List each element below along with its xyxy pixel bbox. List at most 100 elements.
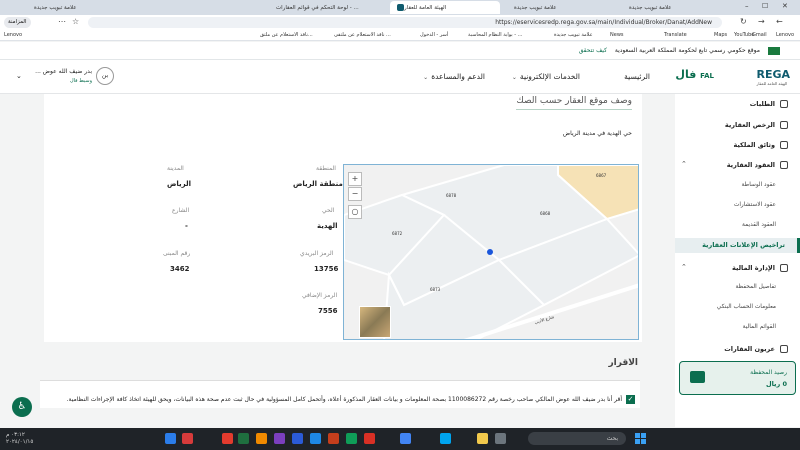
chevron-up-icon[interactable]: ⌃ [681, 160, 687, 168]
nav-support[interactable]: الدعم والمساعدة⌄ [423, 72, 485, 81]
postal-label: الرمز البريدي [300, 250, 334, 257]
satellite-layer-toggle[interactable] [359, 306, 391, 338]
browser-tab[interactable]: لوحة التحكم في قوائم العقارات - ... [272, 1, 382, 14]
bookmark[interactable]: Lenovo [776, 32, 794, 38]
start-icon[interactable] [635, 433, 646, 444]
location-marker-icon [487, 249, 493, 255]
sidebar-subitem[interactable]: عقود الاستشارات [734, 202, 776, 208]
plot-number: 6872 [392, 231, 403, 236]
sidebar-item-contracts[interactable]: العقود العقارية [727, 161, 788, 169]
plot-number: 6867 [596, 173, 607, 178]
sidebar-subitem[interactable]: معلومات الحساب البنكي [717, 304, 776, 310]
street-value: - [185, 222, 188, 230]
reload-icon[interactable]: ↻ [740, 17, 747, 26]
bookmark[interactable]: YouTube [734, 32, 754, 38]
wallet-card[interactable]: رصيد المحفظة 0 ريال [679, 361, 796, 395]
city-value: الرياض [167, 180, 192, 188]
finance-icon [780, 264, 788, 272]
bookmark[interactable]: News [610, 32, 624, 38]
word-icon[interactable] [292, 433, 303, 444]
taskbar-search[interactable]: بحث [528, 432, 626, 445]
settings-icon[interactable]: ⋯ [58, 17, 66, 26]
bookmark[interactable]: Maps [714, 32, 727, 38]
region-label: المنطقة [316, 165, 336, 172]
wallet-icon [690, 371, 705, 383]
taskview-icon[interactable] [495, 433, 506, 444]
zoom-in-button[interactable]: + [348, 172, 362, 186]
folder-icon[interactable] [477, 433, 488, 444]
app-icon[interactable] [182, 433, 193, 444]
minimize-icon[interactable]: – [745, 2, 749, 10]
fal-logo[interactable]: فال FAL [675, 68, 714, 81]
district-label: الحي [322, 207, 335, 214]
accessibility-icon[interactable]: ♿ [12, 397, 32, 417]
taskbar: ٠٣:١٢ م ٢٠٢٤/٠١/١٥ بحث [0, 428, 800, 450]
building-label: رقم المبنى [163, 250, 191, 257]
declaration-box: ✓ أقر أنا بدر ضيف الله عوض المالكي صاحب … [40, 380, 640, 408]
profile-sync-button[interactable]: المزامنة [4, 17, 31, 28]
plot-number: 6878 [446, 193, 457, 198]
taskbar-clock[interactable]: ٠٣:١٢ م ٢٠٢٤/٠١/١٥ [6, 432, 33, 446]
app-icon[interactable] [346, 433, 357, 444]
bookmark[interactable]: نافذ الاستعلام عن ملتقى ... [334, 32, 391, 38]
teams-icon[interactable] [274, 433, 285, 444]
office-icon[interactable] [222, 433, 233, 444]
site-header: REGA الهيئة العامة للعقار فال FAL الرئيس… [0, 60, 800, 94]
sidebar-subitem[interactable]: القوائم المالية [743, 324, 776, 330]
building-value: 3462 [170, 265, 190, 273]
nav-eservices[interactable]: الخدمات الإلكترونية⌄ [512, 72, 580, 81]
sidebar-subitem[interactable]: تفاصيل المحفظة [736, 284, 776, 290]
back-icon[interactable]: ← [776, 17, 783, 26]
browser-tab[interactable]: علامة تبويب جديدة [625, 1, 735, 14]
gov-banner: موقع حكومي رسمي تابع لحكومة المملكة العر… [0, 42, 800, 60]
bookmark[interactable]: نافذ الاستعلام عن ملتق... [260, 32, 313, 38]
sidebar-item-requests[interactable]: الطلبات [750, 100, 788, 108]
chevron-down-icon: ⌄ [511, 74, 517, 81]
how-to-verify-link[interactable]: كيف تتحقق [579, 47, 607, 54]
edge-icon[interactable] [165, 433, 176, 444]
bookmark[interactable]: علامة تبويب جديدة [554, 32, 593, 38]
location-description: حي الهدية في مدينة الرياض [562, 130, 632, 137]
bookmarks-bar: Lenovo Gmail YouTube Maps Translate News… [0, 30, 800, 41]
browser-tab[interactable]: علامة تبويب جديدة [30, 1, 90, 14]
nav-home[interactable]: الرئيسية [624, 72, 650, 81]
extensions-icon[interactable]: ☆ [72, 17, 79, 26]
address-bar[interactable]: https://eservicesredp.rega.gov.sa/main/I… [88, 17, 722, 28]
browser-tab[interactable]: علامة تبويب جديدة [510, 1, 620, 14]
bookmark[interactable]: Lenovo [4, 32, 22, 38]
forward-icon[interactable]: → [758, 17, 765, 26]
mail-icon[interactable] [364, 433, 375, 444]
sidebar-item-finance[interactable]: الإدارة المالية [732, 264, 788, 272]
bookmark[interactable]: أسر - الدخول [420, 32, 448, 38]
excel-icon[interactable] [238, 433, 249, 444]
zoom-out-button[interactable]: − [348, 187, 362, 201]
outlook-icon[interactable] [310, 433, 321, 444]
plot-number: 6873 [430, 287, 441, 292]
document-icon [780, 141, 788, 149]
bookmark[interactable]: بوابة النظام المحاسبة - ... [468, 32, 522, 38]
chevron-down-icon[interactable]: ⌄ [16, 72, 22, 80]
close-icon[interactable]: ✕ [782, 2, 788, 10]
user-menu[interactable]: بدر ضيف الله عوض ... وسيط فال [30, 68, 92, 84]
street-label: الشارع [172, 207, 190, 214]
sidebar: الطلبات الرخص العقارية وثائق الملكية الع… [675, 94, 800, 427]
chrome-icon[interactable] [400, 433, 411, 444]
chevron-up-icon[interactable]: ⌃ [681, 263, 687, 271]
sidebar-subitem[interactable]: عقود الوساطة [741, 182, 776, 188]
maximize-icon[interactable]: ☐ [762, 2, 768, 10]
powerpoint-icon[interactable] [328, 433, 339, 444]
sidebar-item-deposits[interactable]: عربون العقارات [724, 345, 788, 353]
store-icon[interactable] [440, 433, 451, 444]
sidebar-subitem[interactable]: العقود القديمة [742, 222, 776, 228]
chevron-down-icon: ⌄ [423, 74, 429, 81]
bookmark[interactable]: Translate [664, 32, 687, 38]
rega-logo[interactable]: REGA الهيئة العامة للعقار [756, 68, 790, 86]
browser-tab-active[interactable]: الهيئة العامة للعقار [390, 1, 500, 14]
draw-point-icon[interactable]: ○ [348, 205, 362, 219]
sidebar-item-ad-licenses[interactable]: تراخيص الإعلانات العقارية [675, 238, 800, 253]
avatar[interactable]: بن [96, 67, 114, 85]
declaration-checkbox[interactable]: ✓ [626, 395, 635, 404]
sidebar-item-licenses[interactable]: الرخص العقارية [725, 121, 788, 129]
sidebar-item-deeds[interactable]: وثائق الملكية [733, 141, 788, 149]
firefox-icon[interactable] [256, 433, 267, 444]
